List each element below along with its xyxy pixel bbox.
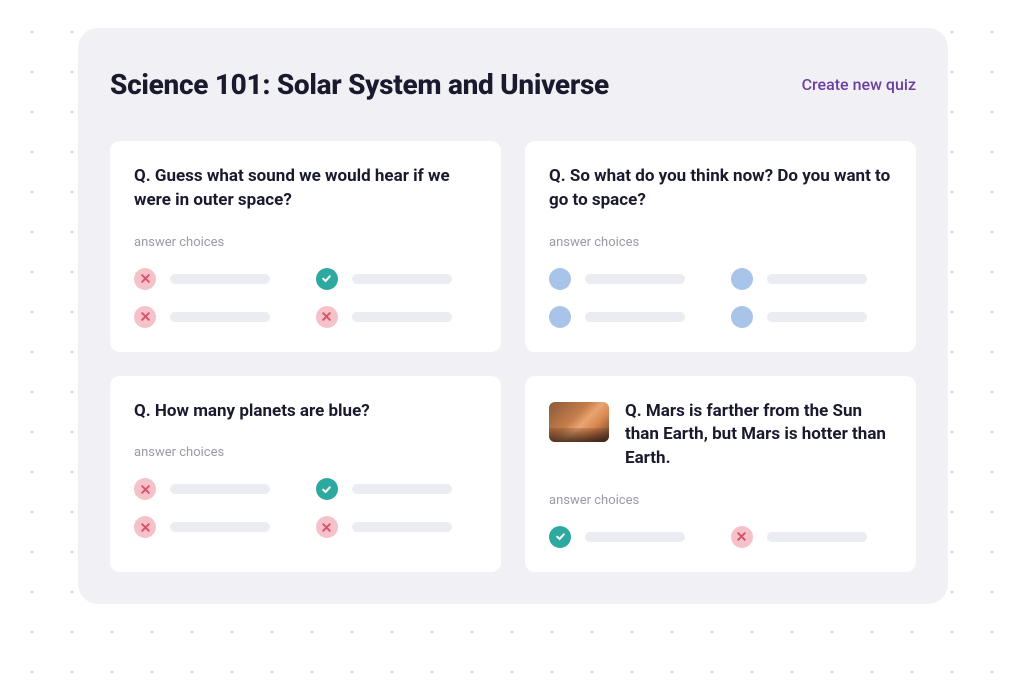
choice-placeholder bbox=[170, 312, 270, 322]
question-card[interactable]: Q. Mars is farther from the Sun than Ear… bbox=[525, 376, 916, 572]
choices-list bbox=[549, 526, 892, 548]
choice-item[interactable] bbox=[731, 268, 893, 290]
choice-placeholder bbox=[767, 532, 867, 542]
choice-item[interactable] bbox=[134, 306, 296, 328]
question-grid: Q. Guess what sound we would hear if we … bbox=[110, 141, 916, 572]
question-text: Q. Mars is farther from the Sun than Ear… bbox=[625, 400, 892, 471]
choice-item[interactable] bbox=[549, 268, 711, 290]
option-dot-icon bbox=[549, 268, 571, 290]
question-card[interactable]: Q. So what do you think now? Do you want… bbox=[525, 141, 916, 352]
answer-choices-label: answer choices bbox=[134, 445, 477, 460]
answer-choices-label: answer choices bbox=[549, 235, 892, 250]
choice-item[interactable] bbox=[316, 478, 478, 500]
choice-item[interactable] bbox=[134, 516, 296, 538]
cross-icon bbox=[134, 478, 156, 500]
cross-icon bbox=[731, 526, 753, 548]
choice-placeholder bbox=[585, 274, 685, 284]
cross-icon bbox=[134, 306, 156, 328]
page-title: Science 101: Solar System and Universe bbox=[110, 68, 609, 101]
choice-item[interactable] bbox=[134, 268, 296, 290]
choice-placeholder bbox=[170, 522, 270, 532]
choice-placeholder bbox=[170, 274, 270, 284]
choice-item[interactable] bbox=[549, 526, 711, 548]
cross-icon bbox=[316, 306, 338, 328]
choice-placeholder bbox=[352, 274, 452, 284]
cross-icon bbox=[134, 516, 156, 538]
question-image bbox=[549, 402, 609, 442]
choices-list bbox=[134, 478, 477, 538]
choice-placeholder bbox=[585, 312, 685, 322]
check-icon bbox=[316, 268, 338, 290]
quiz-panel: Science 101: Solar System and Universe C… bbox=[78, 28, 948, 604]
create-quiz-link[interactable]: Create new quiz bbox=[802, 75, 916, 94]
choice-placeholder bbox=[352, 522, 452, 532]
cross-icon bbox=[316, 516, 338, 538]
question-text: Q. How many planets are blue? bbox=[134, 400, 477, 424]
option-dot-icon bbox=[549, 306, 571, 328]
choices-list bbox=[134, 268, 477, 328]
question-card[interactable]: Q. How many planets are blue? answer cho… bbox=[110, 376, 501, 572]
choice-placeholder bbox=[170, 484, 270, 494]
choice-item[interactable] bbox=[731, 526, 893, 548]
choices-list bbox=[549, 268, 892, 328]
question-text: Q. Guess what sound we would hear if we … bbox=[134, 165, 477, 213]
choice-placeholder bbox=[352, 312, 452, 322]
choice-item[interactable] bbox=[316, 268, 478, 290]
option-dot-icon bbox=[731, 306, 753, 328]
choice-placeholder bbox=[767, 274, 867, 284]
option-dot-icon bbox=[731, 268, 753, 290]
choice-item[interactable] bbox=[316, 516, 478, 538]
choice-item[interactable] bbox=[134, 478, 296, 500]
header: Science 101: Solar System and Universe C… bbox=[110, 68, 916, 101]
question-card[interactable]: Q. Guess what sound we would hear if we … bbox=[110, 141, 501, 352]
choice-placeholder bbox=[585, 532, 685, 542]
cross-icon bbox=[134, 268, 156, 290]
choice-item[interactable] bbox=[316, 306, 478, 328]
choice-placeholder bbox=[767, 312, 867, 322]
choice-item[interactable] bbox=[731, 306, 893, 328]
check-icon bbox=[549, 526, 571, 548]
choice-item[interactable] bbox=[549, 306, 711, 328]
choice-placeholder bbox=[352, 484, 452, 494]
answer-choices-label: answer choices bbox=[134, 235, 477, 250]
question-text: Q. So what do you think now? Do you want… bbox=[549, 165, 892, 213]
answer-choices-label: answer choices bbox=[549, 493, 892, 508]
check-icon bbox=[316, 478, 338, 500]
